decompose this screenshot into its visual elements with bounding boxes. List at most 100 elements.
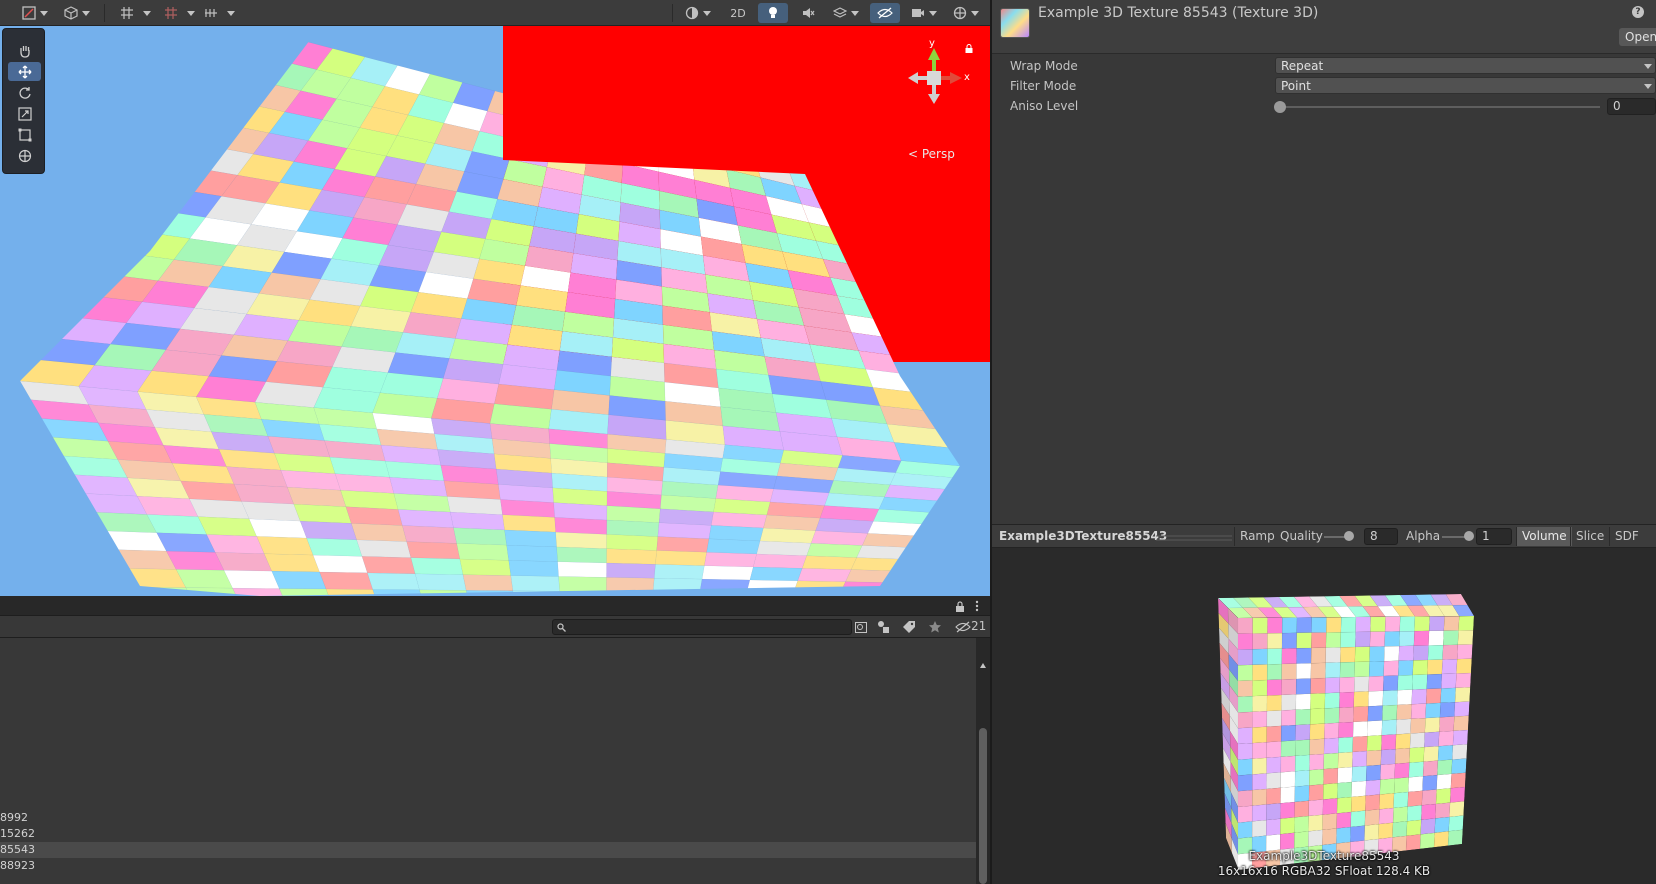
grid-toggle[interactable]: [116, 3, 138, 23]
increment-snap-dropdown[interactable]: [222, 3, 236, 23]
list-item[interactable]: 88923: [0, 858, 976, 874]
label-tag-icon[interactable]: [902, 620, 916, 634]
projection-label[interactable]: < Persp: [908, 147, 955, 161]
gizmos-dropdown[interactable]: [948, 3, 984, 23]
snap-toggle[interactable]: [160, 3, 182, 23]
inspector-title: Example 3D Texture 85543 (Texture 3D): [1038, 5, 1319, 21]
alpha-field[interactable]: 1: [1476, 528, 1512, 545]
audio-toggle[interactable]: [794, 3, 822, 23]
render-mode-dropdown[interactable]: [60, 3, 94, 23]
filter-mode-dropdown[interactable]: Point: [1275, 77, 1656, 94]
texture-tile: [1310, 692, 1326, 710]
texture-tile: [1396, 703, 1412, 720]
texture-tile: [1421, 789, 1437, 806]
hand-tool[interactable]: [8, 41, 41, 60]
texture-tile: [1324, 707, 1340, 724]
volume-mode-button[interactable]: Volume: [1516, 527, 1572, 546]
list-item[interactable]: 15262: [0, 826, 976, 842]
hierarchy-header: [0, 596, 990, 616]
texture-tile: [1267, 617, 1283, 634]
hidden-count-icon[interactable]: [955, 621, 971, 633]
star-icon[interactable]: [928, 620, 942, 634]
texture-tile: [1266, 741, 1282, 759]
shading-dropdown[interactable]: [680, 3, 716, 23]
quality-field[interactable]: 8: [1364, 528, 1398, 545]
lock-icon[interactable]: [955, 601, 965, 612]
texture-tile: [1367, 690, 1384, 707]
slice-mode-button[interactable]: Slice: [1570, 527, 1609, 546]
ramp-toggle[interactable]: Ramp: [1234, 527, 1280, 546]
search-icon: [557, 623, 566, 632]
hierarchy-list[interactable]: 8992 15262 85543 88923: [0, 638, 976, 884]
texture-preview[interactable]: Example3DTexture85543 16x16x16 RGBA32 SF…: [992, 548, 1656, 884]
grid-dropdown[interactable]: [138, 3, 152, 23]
open-button[interactable]: Open: [1619, 28, 1656, 46]
scene-view[interactable]: y x < Persp: [0, 26, 990, 596]
texture-tile: [1322, 797, 1338, 815]
texture-tile: [1281, 632, 1298, 649]
x-axis-cone[interactable]: [950, 72, 962, 84]
texture-tile: [1443, 616, 1460, 631]
kebab-menu-icon[interactable]: [975, 600, 979, 612]
wrap-mode-dropdown[interactable]: Repeat: [1275, 57, 1656, 74]
texture-tile: [1267, 632, 1283, 650]
wrap-mode-label: Wrap Mode: [1010, 59, 1078, 73]
filter-by-type-icon[interactable]: [876, 620, 890, 634]
unity-editor: 2D y x < Persp 21 8992 15262 85543 88923…: [0, 0, 1656, 884]
rect-tool[interactable]: [8, 125, 41, 144]
texture-tile: [1295, 724, 1311, 741]
preview-caption-info: 16x16x16 RGBA32 SFloat 128.4 KB: [1217, 864, 1431, 878]
draw-mode-dropdown[interactable]: [18, 3, 52, 23]
lighting-toggle[interactable]: [758, 3, 788, 23]
texture-tile: [1324, 692, 1340, 709]
aniso-slider-handle[interactable]: [1274, 101, 1286, 113]
texture-tile: [1350, 810, 1366, 828]
texture-tile: [1310, 677, 1326, 695]
texture-tile: [1295, 708, 1311, 726]
search-input[interactable]: [552, 619, 867, 635]
texture-tile: [1309, 723, 1325, 740]
texture-tile: [1252, 710, 1268, 728]
texture-tile: [1451, 743, 1468, 760]
texture-tile: [1369, 631, 1386, 647]
quality-slider-handle[interactable]: [1344, 531, 1354, 541]
orientation-gizmo[interactable]: y x: [898, 38, 973, 138]
texture-tile: [1280, 755, 1296, 773]
hidden-count: 21: [971, 619, 987, 633]
texture-tile: [1279, 832, 1295, 850]
scroll-thumb[interactable]: [979, 728, 987, 884]
gizmo-lock-icon[interactable]: [965, 44, 973, 53]
increment-snap-toggle[interactable]: [200, 3, 222, 23]
2d-toggle[interactable]: 2D: [722, 3, 754, 23]
search-filter-icon[interactable]: [855, 622, 867, 633]
texture-tile: [1281, 647, 1297, 665]
scene-render: [20, 26, 990, 596]
aniso-level-field[interactable]: 0: [1607, 98, 1656, 115]
sdf-mode-button[interactable]: SDF: [1609, 527, 1644, 546]
texture-tile: [1381, 734, 1397, 751]
y-axis-cone[interactable]: [928, 48, 940, 60]
move-tool[interactable]: [8, 62, 41, 81]
inspector-header: Example 3D Texture 85543 (Texture 3D) ? …: [992, 0, 1656, 54]
list-item[interactable]: 8992: [0, 810, 976, 826]
texture-tile: [1406, 805, 1423, 822]
alpha-slider-handle[interactable]: [1464, 531, 1474, 541]
rotate-tool[interactable]: [8, 83, 41, 102]
camera-dropdown[interactable]: [906, 3, 942, 23]
snap-dropdown[interactable]: [182, 3, 196, 23]
scale-tool[interactable]: [8, 104, 41, 123]
texture-tile: [1323, 767, 1339, 785]
help-icon[interactable]: ?: [1632, 6, 1644, 18]
aniso-level-slider[interactable]: [1280, 106, 1600, 108]
scrollbar[interactable]: [978, 660, 988, 884]
scroll-up-arrow[interactable]: [980, 663, 986, 668]
texture-tile: [1295, 693, 1311, 711]
transform-tool[interactable]: [8, 146, 41, 165]
scene-visibility-toggle[interactable]: [870, 3, 900, 23]
drag-handle-icon[interactable]: [1156, 535, 1232, 541]
list-item-selected[interactable]: 85543: [0, 842, 976, 858]
effects-dropdown[interactable]: [828, 3, 864, 23]
preview-toolbar: Example3DTexture85543 Ramp Quality 8 Alp…: [992, 524, 1656, 548]
texture-tile: [1410, 703, 1427, 720]
texture-tile: [1368, 660, 1385, 677]
